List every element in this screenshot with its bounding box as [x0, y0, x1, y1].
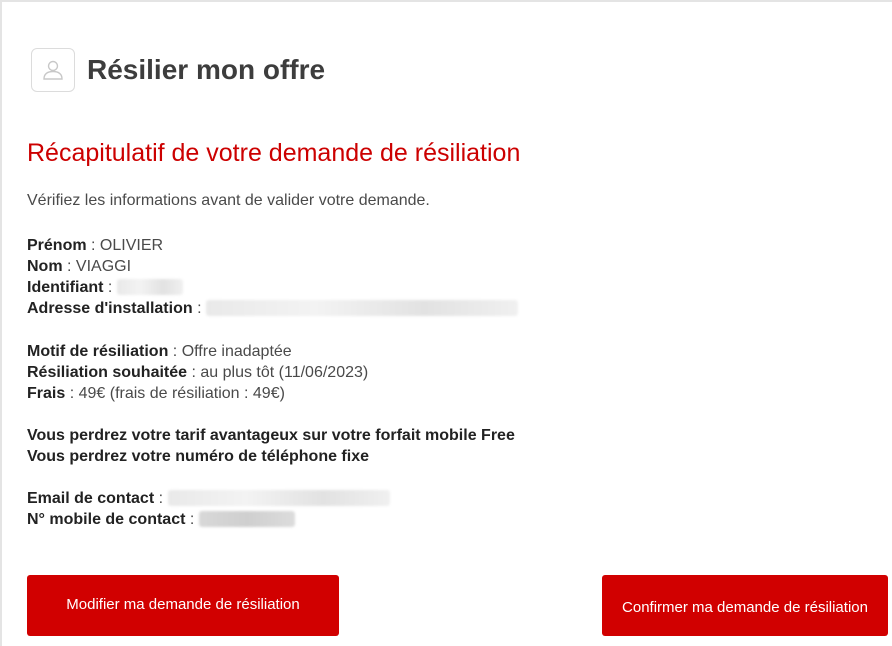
warnings: Vous perdrez votre tarif avantageux sur …	[27, 425, 515, 467]
mobile-row: N° mobile de contact :	[27, 509, 390, 530]
identifier-row: Identifiant :	[27, 277, 518, 298]
summary-title: Récapitulatif de votre demande de résili…	[27, 139, 521, 167]
contact-info: Email de contact : N° mobile de contact …	[27, 488, 390, 530]
page-header: Résilier mon offre	[31, 48, 325, 92]
first-name-label: Prénom	[27, 237, 87, 254]
page-title: Résilier mon offre	[87, 54, 326, 85]
termination-info: Motif de résiliation : Offre inadaptée R…	[27, 341, 368, 404]
address-redacted	[205, 299, 518, 316]
mobile-label: N° mobile de contact	[27, 511, 186, 528]
modify-request-button[interactable]: Modifier ma demande de résiliation	[27, 575, 339, 636]
last-name-label: Nom	[27, 258, 63, 275]
last-name-row: Nom : VIAGGI	[27, 258, 132, 275]
address-row: Adresse d'installation :	[27, 298, 518, 319]
identifier-redacted	[116, 278, 183, 295]
warning-mobile-rate: Vous perdrez votre tarif avantageux sur …	[27, 427, 515, 444]
summary-intro: Vérifiez les informations avant de valid…	[27, 192, 430, 209]
termination-page: Résilier mon offre Récapitulatif de votr…	[0, 0, 892, 646]
last-name-value: VIAGGI	[75, 258, 132, 275]
date-row: Résiliation souhaitée : au plus tôt (11/…	[27, 364, 369, 381]
confirm-request-button[interactable]: Confirmer ma demande de résiliation	[602, 575, 888, 636]
first-name-row: Prénom : OLIVIER	[27, 237, 164, 254]
fees-row: Frais : 49€ (frais de résiliation : 49€)	[27, 385, 285, 402]
mobile-redacted	[198, 510, 295, 527]
user-icon	[31, 48, 75, 92]
customer-info: Prénom : OLIVIER Nom : VIAGGI Identifian…	[27, 235, 518, 319]
date-value: au plus tôt (11/06/2023)	[200, 364, 369, 381]
reason-label: Motif de résiliation	[27, 343, 169, 360]
warning-landline: Vous perdrez votre numéro de téléphone f…	[27, 448, 369, 465]
address-label: Adresse d'installation	[27, 300, 193, 317]
fees-label: Frais	[27, 385, 66, 402]
email-redacted	[167, 489, 390, 506]
first-name-value: OLIVIER	[99, 237, 164, 254]
reason-row: Motif de résiliation : Offre inadaptée	[27, 343, 292, 360]
date-label: Résiliation souhaitée	[27, 364, 188, 381]
fees-value: 49€ (frais de résiliation : 49€)	[78, 385, 285, 402]
identifier-label: Identifiant	[27, 279, 104, 296]
email-row: Email de contact :	[27, 488, 390, 509]
email-label: Email de contact	[27, 490, 155, 507]
reason-value: Offre inadaptée	[181, 343, 292, 360]
